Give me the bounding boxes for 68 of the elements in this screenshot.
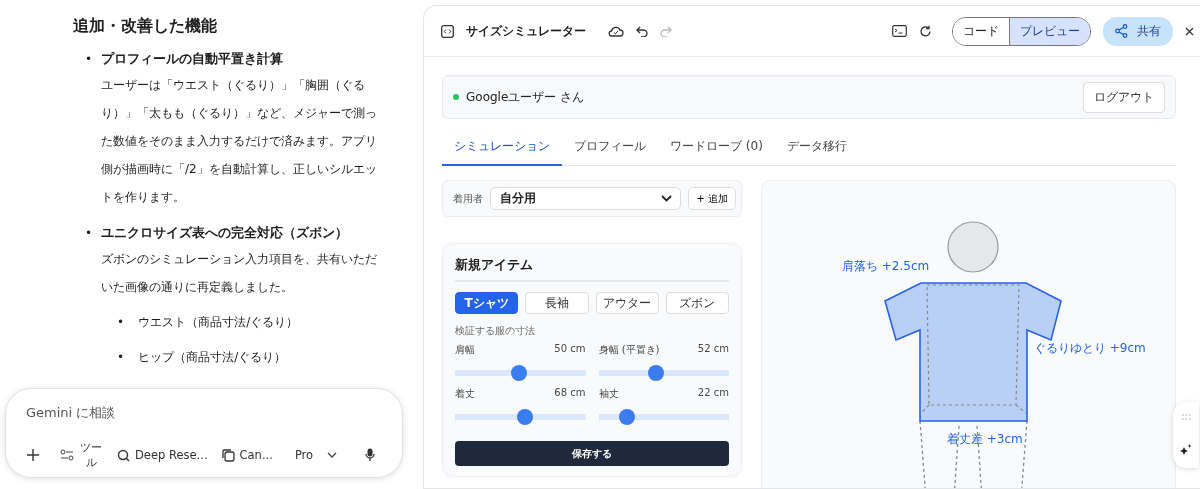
- terminal-icon[interactable]: [892, 25, 907, 37]
- logout-button[interactable]: ログアウト: [1083, 81, 1165, 113]
- canvas-button[interactable]: Can...: [221, 448, 273, 462]
- slider-thumb[interactable]: [510, 365, 527, 381]
- redo-icon[interactable]: [660, 25, 672, 37]
- annotation-label: 肩落ち +2.5cm: [842, 259, 930, 273]
- type-button[interactable]: 長袖: [525, 292, 589, 314]
- annotation-label: ぐるりゆとり +9cm: [1034, 341, 1146, 355]
- slider-thumb[interactable]: [647, 365, 664, 381]
- save-button[interactable]: 保存する: [455, 441, 729, 466]
- slider-reading: 22 cm: [697, 387, 729, 400]
- slider-label: 身幅 (平置き): [598, 343, 660, 357]
- chevron-down-icon: [327, 452, 338, 458]
- bullet-marker: •: [117, 314, 125, 331]
- slider-reading: 68 cm: [554, 387, 586, 400]
- bullet-text: ユーザーは「ウエスト（ぐるり）」「胸囲（ぐるり）」「太もも（ぐるり）」など、メジャーで測った数値をそのまま入力するだけで済みます。アプリ側が描画時に「/2」を自動計算し、正しいシルエットを作ります。: [101, 77, 379, 206]
- card-title: 新規アイテム: [455, 256, 729, 282]
- bullet-marker: •: [85, 51, 93, 68]
- bullet-marker: •: [117, 349, 125, 366]
- cloud-icon[interactable]: [608, 25, 624, 37]
- sub-bullet-text: ヒップ（商品寸法/ぐるり）: [138, 349, 287, 366]
- sparkle-icon[interactable]: [1180, 444, 1192, 456]
- sliders-icon: [60, 449, 74, 461]
- tab[interactable]: ワードローブ (0): [658, 129, 775, 166]
- type-button[interactable]: Tシャツ: [455, 292, 519, 314]
- slider-thumb[interactable]: [517, 409, 534, 425]
- online-status-dot: [453, 94, 459, 100]
- user-name: Googleユーザー さん: [466, 88, 585, 106]
- bullet-marker: •: [85, 225, 93, 242]
- sub-bullet-text: ウエスト（商品寸法/ぐるり）: [138, 314, 299, 331]
- head-shape: [947, 221, 999, 273]
- type-button[interactable]: ズボン: [665, 292, 729, 314]
- tab[interactable]: プロフィール: [562, 129, 658, 166]
- close-icon[interactable]: [1185, 26, 1194, 36]
- plus-icon[interactable]: [26, 448, 40, 462]
- slider-label: 肩幅: [455, 343, 475, 357]
- chevron-down-icon: [661, 195, 673, 202]
- slider-label: 袖丈: [598, 387, 619, 401]
- deep-research-button[interactable]: Deep Rese...: [117, 448, 208, 462]
- undo-icon[interactable]: [636, 25, 648, 37]
- bullet-title: プロフィールの自動平置き計算: [101, 50, 285, 68]
- microphone-icon[interactable]: [365, 448, 376, 462]
- section-label: 検証する服の寸法: [455, 324, 536, 338]
- section-heading: 追加・改善した機能: [73, 16, 218, 37]
- canvas-icon: [221, 448, 235, 462]
- slider-label: 着丈: [455, 387, 475, 401]
- canvas-title: サイズシミュレーター: [466, 22, 586, 40]
- slider-thumb[interactable]: [619, 409, 636, 425]
- type-button[interactable]: アウター: [595, 292, 659, 314]
- tab[interactable]: データ移行: [774, 129, 859, 166]
- tools-button[interactable]: ツール: [60, 438, 103, 472]
- view-toggle-option[interactable]: プレビュー: [1009, 17, 1090, 45]
- share-icon: [1115, 24, 1128, 38]
- grip-icon[interactable]: [1181, 414, 1191, 420]
- add-button[interactable]: + 追加: [688, 187, 736, 210]
- slider-reading: 52 cm: [697, 343, 729, 356]
- search-icon: [117, 448, 130, 462]
- wearer-label: 着用者: [453, 191, 483, 206]
- code-icon: [441, 24, 454, 38]
- model-picker[interactable]: Pro: [294, 448, 338, 462]
- share-button[interactable]: 共有: [1103, 16, 1173, 46]
- annotation-label: 着丈差 +3cm: [947, 432, 1023, 446]
- slider-reading: 50 cm: [554, 343, 586, 356]
- refresh-icon[interactable]: [919, 24, 932, 38]
- bullet-text: ズボンのシミュレーション入力項目を、共有いただいた画像の通りに再定義しました。: [101, 251, 379, 296]
- wearer-select[interactable]: 自分用: [490, 187, 682, 210]
- tab[interactable]: シミュレーション: [442, 129, 562, 166]
- bullet-title: ユニクロサイズ表への完全対応（ズボン）: [101, 224, 350, 242]
